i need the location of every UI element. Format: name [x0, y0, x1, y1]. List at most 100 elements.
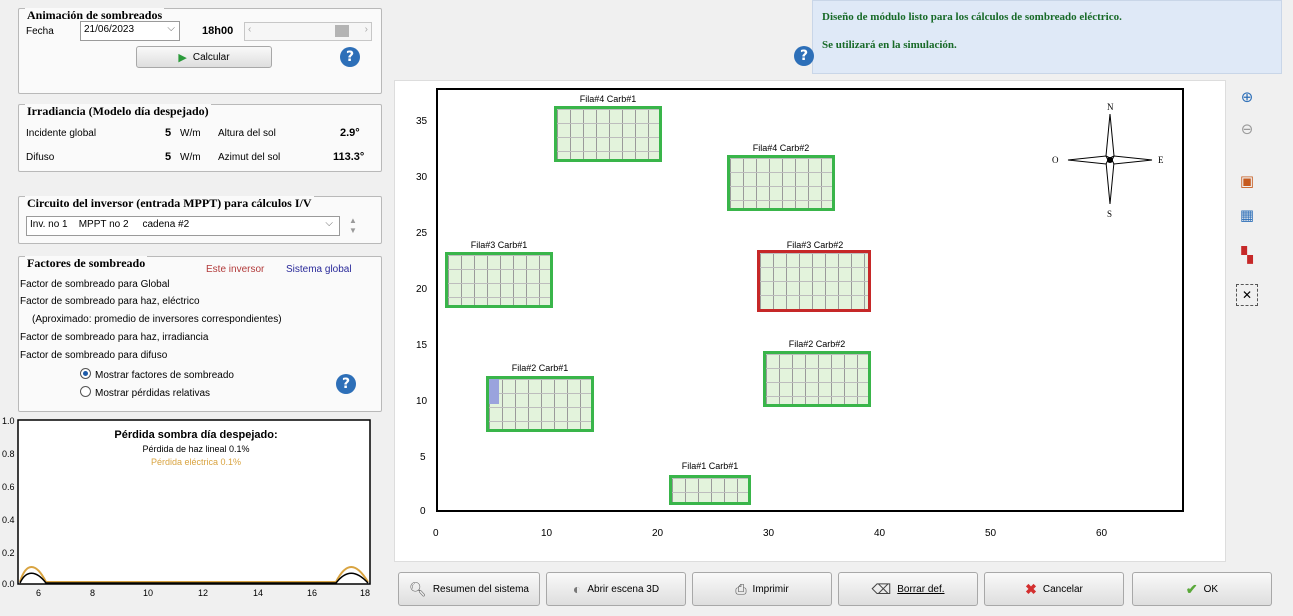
play-icon: ▶: [178, 51, 187, 64]
delete-button[interactable]: ⌫ Borrar def.: [838, 572, 978, 606]
col-inverter: Este inversor: [206, 264, 265, 275]
shading-line-diffuse: Factor de sombreado para difuso: [20, 350, 168, 361]
module-label: Fila#1 Carb#1: [681, 461, 739, 471]
module-array[interactable]: [445, 252, 553, 308]
zoom-in-icon[interactable]: ⊕: [1236, 86, 1258, 108]
ok-label: OK: [1203, 583, 1219, 595]
delete-label: Borrar def.: [897, 583, 945, 595]
slider-right-arrow-icon[interactable]: ›: [365, 24, 368, 35]
open-3d-label: Abrir escena 3D: [587, 583, 660, 595]
global-unit: W/m: [180, 128, 201, 139]
time-slider[interactable]: ‹ ›: [244, 22, 372, 41]
date-label: Fecha: [26, 26, 54, 37]
radio-unchecked-icon: [80, 386, 91, 397]
calendar-icon[interactable]: ▦: [1236, 204, 1258, 226]
radio-show-factors[interactable]: Mostrar factores de sombreado: [80, 368, 234, 381]
radio-show-losses-label: Mostrar pérdidas relativas: [95, 388, 211, 399]
cancel-button[interactable]: ✖ Cancelar: [984, 572, 1124, 606]
diffuse-unit: W/m: [180, 152, 201, 163]
slider-thumb[interactable]: [335, 25, 349, 37]
chevron-down-icon: ⌵: [167, 23, 175, 34]
module-array[interactable]: [486, 376, 594, 432]
zoom-out-icon[interactable]: ⊖: [1236, 118, 1258, 140]
help-icon[interactable]: ?: [336, 374, 356, 394]
print-label: Imprimir: [752, 583, 789, 595]
open-3d-button[interactable]: ◐ Abrir escena 3D: [546, 572, 686, 606]
printer-icon: ⎙: [735, 580, 747, 597]
inverter-select-value: Inv. no 1 MPPT no 2 cadena #2: [30, 219, 190, 230]
inverter-select[interactable]: Inv. no 1 MPPT no 2 cadena #2 ⌵: [26, 216, 340, 236]
module-array-selected[interactable]: [757, 250, 871, 312]
y-tick: 0.2: [2, 548, 15, 558]
module-array[interactable]: [554, 106, 662, 162]
radio-show-losses[interactable]: Mostrar pérdidas relativas: [80, 386, 210, 399]
scene-y-tick: 30: [416, 172, 428, 183]
scene-x-tick: 10: [541, 528, 553, 539]
global-value: 5: [165, 127, 172, 139]
help-icon[interactable]: ?: [794, 46, 814, 66]
compass-icon: N S O E: [1052, 102, 1164, 219]
ok-button[interactable]: ✔ OK: [1132, 572, 1272, 606]
loss-elec-text: Pérdida eléctrica 0.1%: [151, 457, 241, 467]
module-label: Fila#2 Carb#2: [788, 339, 846, 349]
diffuse-label: Difuso: [26, 152, 55, 163]
inverter-spin[interactable]: ▲ ▼: [346, 216, 360, 238]
col-global: Sistema global: [286, 264, 352, 275]
date-picker[interactable]: 21/06/2023 ⌵: [80, 21, 180, 41]
y-tick: 0.8: [2, 449, 15, 459]
compass-e: E: [1158, 155, 1164, 165]
shading-line-beam-elec: Factor de sombreado para haz, eléctrico: [20, 296, 200, 307]
compass-n: N: [1107, 102, 1114, 112]
x-tick: 16: [307, 588, 317, 598]
summary-button[interactable]: 🔍︎ Resumen del sistema: [398, 572, 540, 606]
save-image-icon[interactable]: ▣: [1236, 170, 1258, 192]
inverter-title: Circuito del inversor (entrada MPPT) par…: [25, 196, 314, 211]
compass-o: O: [1052, 155, 1059, 165]
module-label: Fila#4 Carb#2: [752, 143, 810, 153]
sun-height-value: 2.9°: [340, 127, 360, 139]
info-line1: Diseño de módulo listo para los cálculos…: [822, 11, 1122, 23]
y-tick: 0.6: [2, 482, 15, 492]
scene-y-tick: 10: [416, 396, 428, 407]
module-array[interactable]: [727, 155, 835, 211]
y-tick: 0.0: [2, 579, 15, 589]
scene-x-tick: 20: [652, 528, 664, 539]
x-tick: 8: [90, 588, 95, 598]
shading-line-approx: (Aproximado: promedio de inversores corr…: [32, 314, 282, 325]
chevron-down-icon: ⌵: [325, 218, 333, 229]
print-button[interactable]: ⎙ Imprimir: [692, 572, 832, 606]
x-tick: 12: [198, 588, 208, 598]
help-icon[interactable]: ?: [340, 47, 360, 67]
slider-left-arrow-icon[interactable]: ‹: [248, 24, 251, 35]
search-icon: 🔍︎: [409, 580, 427, 597]
module-array[interactable]: [669, 475, 751, 505]
summary-label: Resumen del sistema: [432, 583, 529, 595]
spin-up-icon[interactable]: ▲: [346, 216, 360, 226]
calculate-button[interactable]: ▶ Calcular: [136, 46, 272, 68]
scene-y-tick: 15: [416, 340, 428, 351]
module-label: Fila#3 Carb#1: [470, 240, 528, 250]
scene-y-tick: 25: [416, 228, 428, 239]
shading-line-global: Factor de sombreado para Global: [20, 279, 170, 290]
time-value: 18h00: [202, 25, 234, 37]
module-array[interactable]: [763, 351, 871, 407]
export-icon[interactable]: ▚: [1236, 244, 1258, 266]
shading-line-beam-irr: Factor de sombreado para haz, irradianci…: [20, 332, 209, 343]
clear-selection-icon[interactable]: ✕: [1236, 284, 1258, 306]
radio-checked-icon: [80, 368, 91, 379]
calculate-label: Calcular: [192, 51, 230, 63]
scene-y-tick: 5: [420, 452, 426, 463]
module-label: Fila#2 Carb#1: [511, 363, 569, 373]
sun-azimuth-value: 113.3°: [333, 151, 365, 163]
scene-y-tick: 20: [416, 284, 428, 295]
x-tick: 18: [360, 588, 370, 598]
check-icon: ✔: [1185, 580, 1198, 597]
scene-x-tick: 50: [985, 528, 997, 539]
3d-scene-icon: ◐: [572, 581, 582, 597]
scene-x-tick: 40: [874, 528, 886, 539]
radio-show-factors-label: Mostrar factores de sombreado: [95, 370, 234, 381]
spin-down-icon[interactable]: ▼: [346, 226, 360, 236]
compass-s: S: [1107, 209, 1112, 219]
shaded-cells: [489, 379, 499, 404]
cancel-label: Cancelar: [1042, 583, 1083, 595]
